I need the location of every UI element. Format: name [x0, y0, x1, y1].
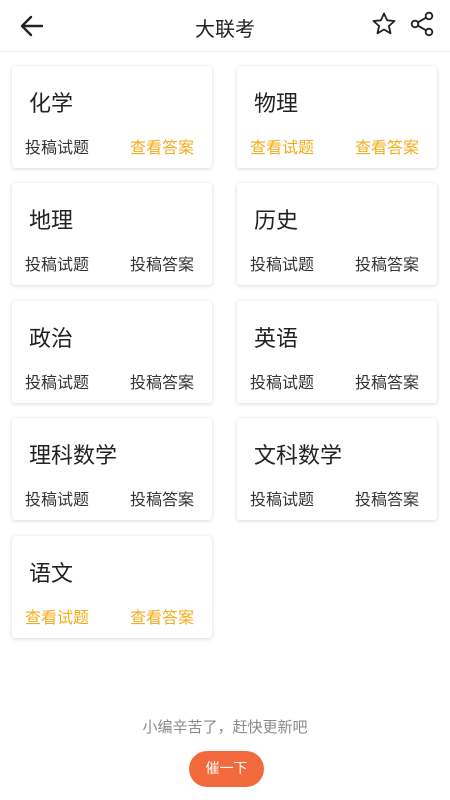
- submit-question-button[interactable]: 投稿试题: [25, 369, 89, 393]
- subject-card: 理科数学 投稿试题 投稿答案: [12, 418, 212, 520]
- subject-card: 物理 查看试题 查看答案: [237, 66, 437, 168]
- subject-card: 政治 投稿试题 投稿答案: [12, 301, 212, 403]
- submit-question-button[interactable]: 投稿试题: [25, 486, 89, 510]
- submit-answer-button[interactable]: 投稿答案: [130, 369, 194, 393]
- submit-question-button[interactable]: 投稿试题: [250, 486, 314, 510]
- subject-card: 文科数学 投稿试题 投稿答案: [237, 418, 437, 520]
- submit-question-button[interactable]: 投稿试题: [25, 134, 89, 158]
- urge-button[interactable]: 催一下: [189, 751, 264, 787]
- subject-name: 历史: [254, 209, 299, 234]
- subject-card: 地理 投稿试题 投稿答案: [12, 183, 212, 285]
- subject-name: 理科数学: [29, 444, 118, 469]
- subject-name: 政治: [29, 327, 74, 352]
- view-answer-button[interactable]: 查看答案: [355, 134, 419, 158]
- subject-name: 语文: [29, 562, 74, 587]
- app-header: 大联考: [0, 0, 450, 52]
- submit-answer-button[interactable]: 投稿答案: [355, 369, 419, 393]
- subject-card: 语文 查看试题 查看答案: [12, 536, 212, 638]
- subject-name: 英语: [254, 327, 299, 352]
- share-icon[interactable]: [408, 10, 436, 38]
- view-question-button[interactable]: 查看试题: [250, 134, 314, 158]
- submit-answer-button[interactable]: 投稿答案: [355, 251, 419, 275]
- star-icon[interactable]: [370, 10, 398, 38]
- subject-name: 文科数学: [254, 444, 343, 469]
- submit-answer-button[interactable]: 投稿答案: [355, 486, 419, 510]
- subject-name: 物理: [254, 92, 299, 117]
- submit-answer-button[interactable]: 投稿答案: [130, 251, 194, 275]
- subject-name: 地理: [29, 209, 74, 234]
- submit-question-button[interactable]: 投稿试题: [25, 251, 89, 275]
- subject-name: 化学: [29, 92, 74, 117]
- subject-card: 化学 投稿试题 查看答案: [12, 66, 212, 168]
- view-question-button[interactable]: 查看试题: [25, 604, 89, 628]
- submit-answer-button[interactable]: 投稿答案: [130, 486, 194, 510]
- view-answer-button[interactable]: 查看答案: [130, 604, 194, 628]
- update-prompt-text: 小编辛苦了，赶快更新吧: [142, 718, 308, 736]
- subject-card: 英语 投稿试题 投稿答案: [237, 301, 437, 403]
- submit-question-button[interactable]: 投稿试题: [250, 251, 314, 275]
- view-answer-button[interactable]: 查看答案: [130, 134, 194, 158]
- submit-question-button[interactable]: 投稿试题: [250, 369, 314, 393]
- subject-card: 历史 投稿试题 投稿答案: [237, 183, 437, 285]
